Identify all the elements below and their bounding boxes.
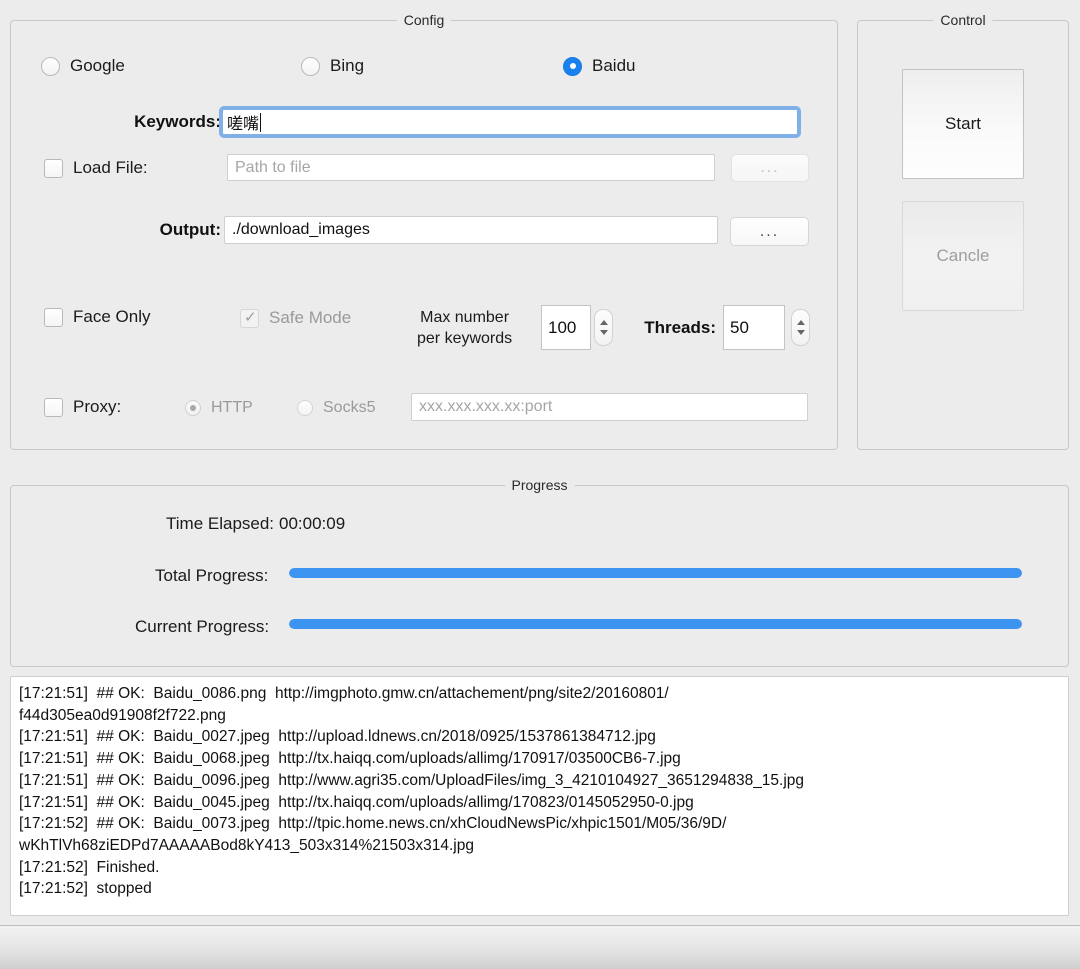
log-text: [17:21:51] ## OK: Baidu_0086.png http://…	[19, 685, 805, 898]
current-progress-label: Current Progress:	[135, 617, 270, 636]
radio-engine-bing[interactable]: Bing	[301, 56, 364, 76]
safe-mode-label: Safe Mode	[269, 308, 352, 327]
radio-engine-google[interactable]: Google	[41, 56, 125, 76]
load-file-path-input[interactable]: Path to file	[227, 154, 715, 181]
radio-bing-label: Bing	[330, 56, 365, 75]
control-group: Control Start Cancle	[857, 12, 1069, 450]
text-caret	[260, 112, 262, 132]
load-file-path-placeholder: Path to file	[235, 158, 311, 176]
threads-label: Threads:	[644, 318, 716, 337]
keywords-label: Keywords:	[134, 112, 221, 131]
progress-group-title: Progress	[504, 477, 575, 493]
proxy-label: Proxy:	[73, 397, 122, 416]
safe-mode-checkbox: ✓ Safe Mode	[240, 308, 351, 328]
radio-engine-baidu[interactable]: Baidu	[563, 56, 635, 76]
threads-input[interactable]: 50	[723, 305, 785, 350]
radio-bing-indicator	[301, 56, 320, 76]
load-file-browse-button[interactable]: ...	[731, 154, 809, 182]
radio-proxy-socks5[interactable]: Socks5	[297, 399, 375, 417]
radio-proxy-http[interactable]: HTTP	[185, 399, 253, 417]
max-number-label: Max number per keywords	[417, 307, 512, 349]
start-button[interactable]: Start	[902, 69, 1024, 179]
max-number-input[interactable]: 100	[541, 305, 591, 350]
radio-baidu-indicator	[563, 56, 582, 76]
stepper-up-icon[interactable]	[599, 320, 608, 325]
control-group-title: Control	[933, 12, 993, 28]
stepper-down-icon[interactable]	[796, 330, 805, 335]
cancel-button[interactable]: Cancle	[902, 201, 1024, 311]
proxy-checkbox-box	[44, 397, 63, 417]
radio-http-indicator	[185, 400, 201, 416]
threads-stepper[interactable]	[791, 309, 810, 346]
radio-google-label: Google	[70, 56, 125, 75]
stepper-up-icon[interactable]	[796, 320, 805, 325]
progress-group: Progress Time Elapsed: 00:00:09 Total Pr…	[10, 477, 1069, 667]
total-progress-bar	[289, 568, 1022, 578]
keywords-input[interactable]: 嗟嘴	[219, 106, 801, 138]
time-elapsed-value: 00:00:09	[279, 514, 346, 533]
output-path-value: ./download_images	[232, 221, 370, 238]
bottom-gap	[0, 916, 1080, 925]
load-file-label: Load File:	[73, 158, 148, 177]
proxy-address-placeholder: xxx.xxx.xxx.xx:port	[419, 398, 553, 415]
config-group: Config Google Bing Baidu Keywords: 嗟嘴 Lo…	[10, 12, 838, 450]
current-progress-bar	[289, 619, 1022, 629]
current-progress-fill	[289, 619, 1022, 629]
radio-socks5-indicator	[297, 400, 313, 416]
config-group-title: Config	[396, 12, 452, 28]
checkmark-icon: ✓	[244, 308, 257, 326]
log-output-panel[interactable]: [17:21:51] ## OK: Baidu_0086.png http://…	[10, 676, 1069, 916]
proxy-checkbox[interactable]: Proxy:	[44, 397, 121, 417]
output-label: Output:	[159, 220, 221, 239]
face-only-label: Face Only	[73, 307, 151, 326]
output-path-input[interactable]: ./download_images	[224, 216, 718, 244]
radio-http-label: HTTP	[211, 399, 253, 416]
radio-socks5-label: Socks5	[323, 399, 376, 416]
max-number-value: 100	[548, 317, 577, 337]
total-progress-fill	[289, 568, 1022, 578]
threads-value: 50	[730, 317, 749, 337]
time-elapsed-label: Time Elapsed:	[166, 514, 275, 533]
app-window: Config Google Bing Baidu Keywords: 嗟嘴 Lo…	[0, 0, 1080, 969]
keywords-value: 嗟嘴	[227, 116, 260, 133]
output-browse-button[interactable]: ...	[730, 217, 809, 246]
load-file-checkbox-box	[44, 158, 63, 178]
total-progress-label: Total Progress:	[155, 566, 269, 585]
window-status-strip	[0, 925, 1080, 969]
max-number-stepper[interactable]	[594, 309, 613, 346]
radio-baidu-label: Baidu	[592, 56, 636, 75]
stepper-down-icon[interactable]	[599, 330, 608, 335]
load-file-checkbox[interactable]: Load File:	[44, 158, 148, 178]
proxy-address-input[interactable]: xxx.xxx.xxx.xx:port	[411, 393, 808, 421]
max-number-label-line2: per keywords	[417, 330, 513, 347]
safe-mode-checkbox-box: ✓	[240, 308, 259, 328]
max-number-label-line1: Max number	[420, 309, 510, 326]
radio-google-indicator	[41, 56, 60, 76]
face-only-checkbox-box	[44, 307, 63, 327]
face-only-checkbox[interactable]: Face Only	[44, 307, 150, 327]
